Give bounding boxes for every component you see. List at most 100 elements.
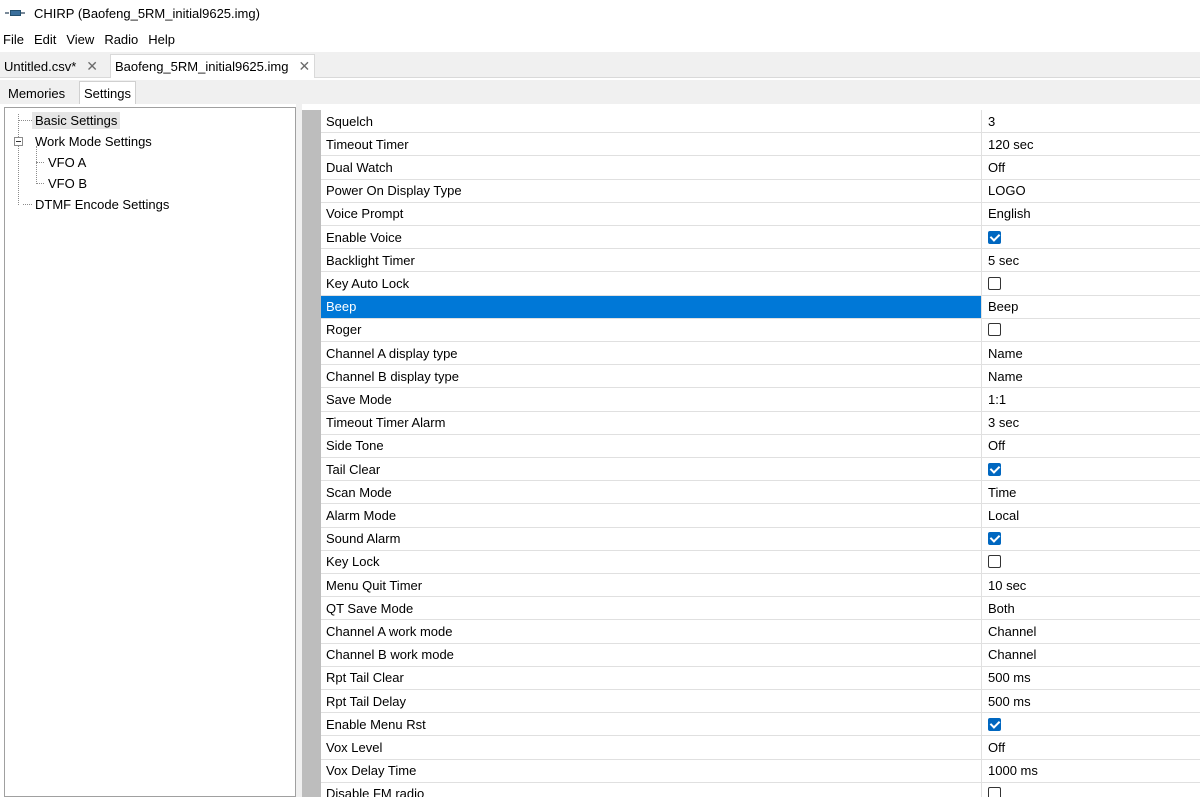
setting-row[interactable]: Tail Clear (321, 458, 1200, 482)
setting-row[interactable]: Save Mode 1:1 (321, 388, 1200, 412)
tree-item-vfo-b[interactable]: VFO B (45, 173, 90, 193)
setting-row[interactable]: Rpt Tail Clear 500 ms (321, 666, 1200, 690)
setting-row[interactable]: Voice Prompt English (321, 202, 1200, 226)
checkbox-checked[interactable] (988, 717, 1001, 731)
setting-value[interactable]: Name (982, 342, 1200, 364)
setting-row[interactable]: Enable Voice (321, 226, 1200, 250)
setting-value[interactable]: 120 sec (982, 133, 1200, 155)
checkbox-unchecked[interactable] (988, 323, 1001, 337)
setting-row[interactable]: Backlight Timer 5 sec (321, 249, 1200, 273)
setting-value[interactable]: LOGO (982, 180, 1200, 202)
setting-name: Save Mode (321, 388, 982, 411)
close-icon[interactable]: ✕ (86, 58, 98, 75)
setting-row[interactable]: Channel A work mode Channel (321, 620, 1200, 644)
menu-bar: File Edit View Radio Help (0, 28, 1200, 50)
setting-value[interactable]: 10 sec (982, 574, 1200, 596)
tree-connector (23, 204, 32, 205)
setting-row[interactable]: Dual Watch Off (321, 156, 1200, 180)
setting-value-cell (982, 272, 1200, 294)
setting-row[interactable]: Squelch 3 (321, 110, 1200, 134)
setting-value[interactable]: 1000 ms (982, 760, 1200, 782)
close-icon[interactable]: ✕ (298, 58, 310, 75)
setting-row[interactable]: Rpt Tail Delay 500 ms (321, 690, 1200, 714)
menu-radio[interactable]: Radio (100, 32, 144, 47)
checkbox-checked[interactable] (988, 462, 1001, 476)
setting-value[interactable]: Name (982, 365, 1200, 387)
setting-row[interactable]: Alarm Mode Local (321, 504, 1200, 528)
setting-row[interactable]: Timeout Timer Alarm 3 sec (321, 411, 1200, 435)
grid-row-handle-column (302, 110, 321, 797)
setting-value[interactable]: Off (982, 736, 1200, 758)
setting-value-cell (982, 319, 1200, 341)
setting-value[interactable]: Local (982, 504, 1200, 526)
menu-help[interactable]: Help (144, 32, 181, 47)
menu-edit[interactable]: Edit (30, 32, 62, 47)
tree-item-dtmf-encode-settings[interactable]: DTMF Encode Settings (32, 194, 172, 214)
setting-value[interactable]: Beep (982, 296, 1200, 318)
setting-value[interactable]: Both (982, 597, 1200, 619)
setting-row[interactable]: Timeout Timer 120 sec (321, 133, 1200, 157)
setting-value[interactable]: 3 sec (982, 412, 1200, 434)
file-tab-baofeng[interactable]: Baofeng_5RM_initial9625.img ✕ (110, 54, 316, 78)
setting-name: Dual Watch (321, 156, 982, 179)
setting-row[interactable]: Scan Mode Time (321, 481, 1200, 505)
setting-row[interactable]: Sound Alarm (321, 527, 1200, 551)
setting-name: Squelch (321, 110, 982, 133)
collapse-icon[interactable] (14, 137, 23, 146)
setting-row[interactable]: Vox Level Off (321, 736, 1200, 760)
setting-row[interactable]: Channel A display type Name (321, 342, 1200, 366)
setting-name: Menu Quit Timer (321, 574, 982, 597)
setting-row[interactable]: Power On Display Type LOGO (321, 179, 1200, 203)
setting-value[interactable]: Channel (982, 620, 1200, 642)
menu-file[interactable]: File (0, 32, 30, 47)
tab-memories[interactable]: Memories (4, 83, 69, 104)
setting-name: Key Auto Lock (321, 272, 982, 295)
setting-row[interactable]: Side Tone Off (321, 434, 1200, 458)
setting-value[interactable]: 500 ms (982, 667, 1200, 689)
checkbox-unchecked[interactable] (988, 787, 1001, 797)
setting-row[interactable]: Menu Quit Timer 10 sec (321, 574, 1200, 598)
setting-value[interactable]: 500 ms (982, 690, 1200, 712)
setting-value-cell (982, 458, 1200, 480)
setting-value[interactable]: 5 sec (982, 249, 1200, 271)
setting-name: Key Lock (321, 550, 982, 573)
setting-row[interactable]: Roger (321, 318, 1200, 342)
setting-row[interactable]: Key Lock (321, 550, 1200, 574)
setting-row[interactable]: Key Auto Lock (321, 272, 1200, 296)
tree-connector (36, 183, 44, 184)
setting-value-cell (982, 713, 1200, 735)
tab-settings[interactable]: Settings (79, 81, 136, 104)
setting-name: Timeout Timer Alarm (321, 411, 982, 434)
setting-value-cell (982, 551, 1200, 573)
tree-connector (36, 146, 37, 184)
setting-name: Vox Level (321, 736, 982, 759)
file-tab-untitled[interactable]: Untitled.csv* ✕ (0, 54, 102, 78)
setting-row[interactable]: QT Save Mode Both (321, 597, 1200, 621)
setting-value[interactable]: Off (982, 435, 1200, 457)
setting-value[interactable]: Time (982, 481, 1200, 503)
tree-item-basic-settings[interactable]: Basic Settings (32, 110, 121, 130)
setting-value[interactable]: English (982, 203, 1200, 225)
setting-row[interactable]: Enable Menu Rst (321, 713, 1200, 737)
setting-value[interactable]: Channel (982, 644, 1200, 666)
setting-name: Timeout Timer (321, 133, 982, 156)
setting-value[interactable]: Off (982, 156, 1200, 178)
checkbox-unchecked[interactable] (988, 555, 1001, 569)
checkbox-checked[interactable] (988, 532, 1001, 546)
tree-item-vfo-a[interactable]: VFO A (45, 152, 89, 172)
setting-row[interactable]: Vox Delay Time 1000 ms (321, 759, 1200, 783)
setting-value[interactable]: 1:1 (982, 388, 1200, 410)
settings-tree: Basic Settings Work Mode Settings VFO A … (4, 107, 296, 797)
setting-row[interactable]: Disable FM radio (321, 782, 1200, 797)
menu-view[interactable]: View (62, 32, 100, 47)
setting-row[interactable]: Channel B work mode Channel (321, 643, 1200, 667)
checkbox-checked[interactable] (988, 230, 1001, 244)
setting-value[interactable]: 3 (982, 110, 1200, 132)
setting-row[interactable]: Channel B display type Name (321, 365, 1200, 389)
checkbox-unchecked[interactable] (988, 276, 1001, 290)
setting-row[interactable]: Beep Beep (321, 295, 1200, 319)
setting-name: Vox Delay Time (321, 759, 982, 782)
setting-name: Channel B work mode (321, 643, 982, 666)
tree-item-work-mode-settings[interactable]: Work Mode Settings (32, 131, 155, 151)
setting-name: Alarm Mode (321, 504, 982, 527)
